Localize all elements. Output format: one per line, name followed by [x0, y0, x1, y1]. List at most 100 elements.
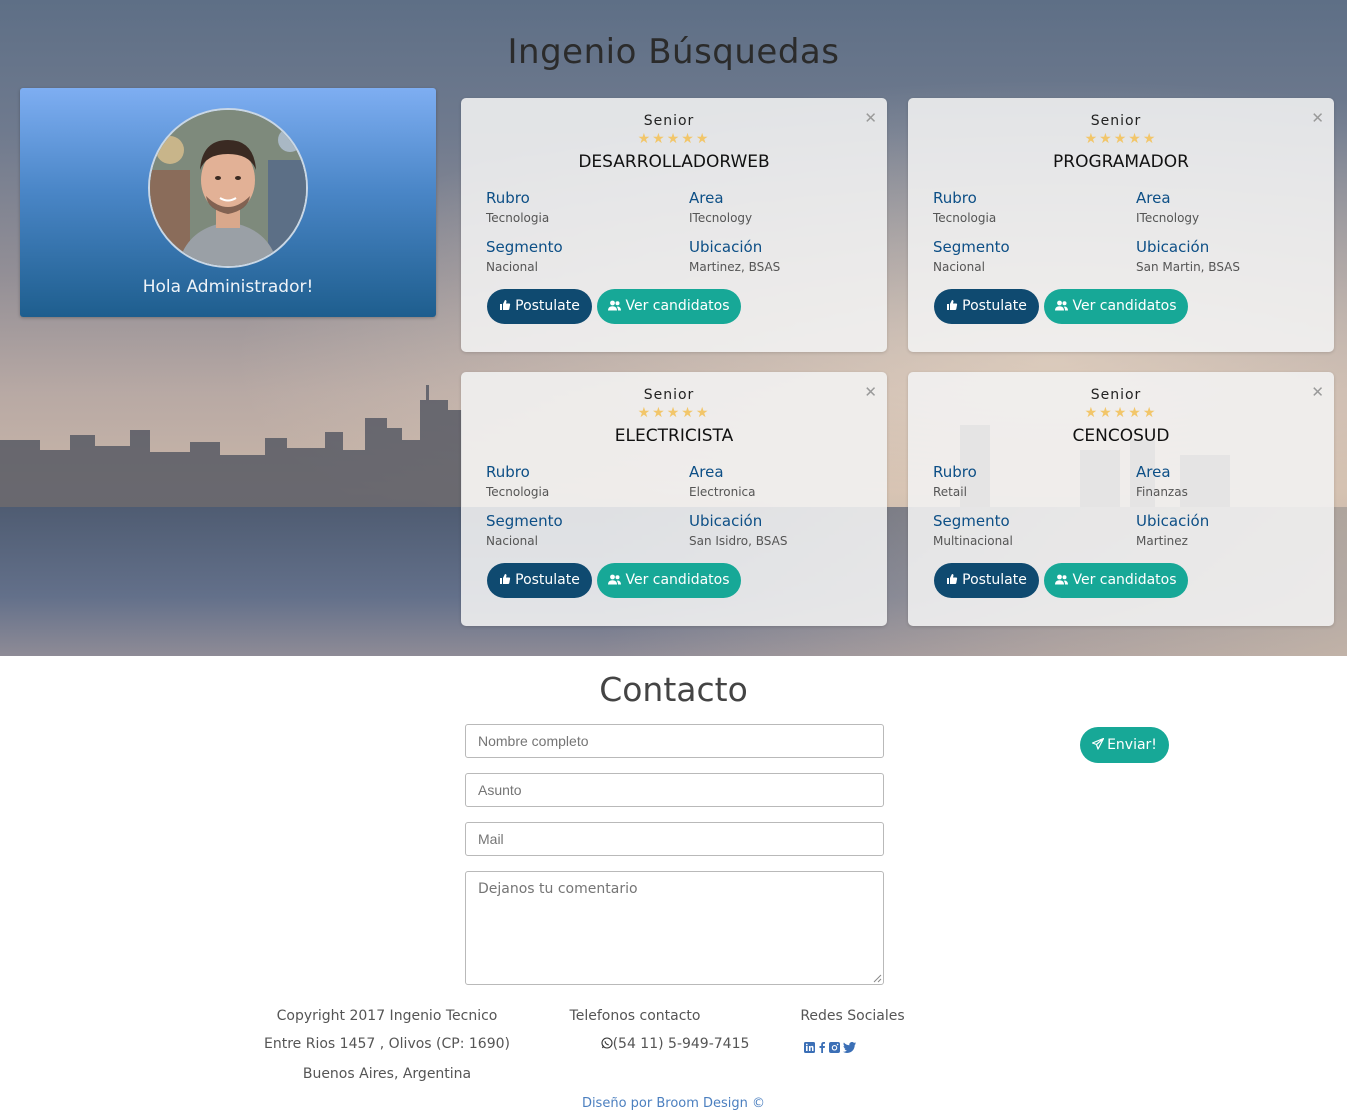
whatsapp-icon: [601, 1037, 613, 1049]
postulate-label: Postulate: [515, 298, 580, 314]
rating-stars: ★★★★★: [1084, 405, 1158, 421]
thumbs-up-icon: [500, 574, 511, 584]
hero-section: Ingenio Búsquedas Hola Administrador! ✕ …: [0, 0, 1347, 656]
instagram-icon[interactable]: [829, 1038, 840, 1057]
subject-input[interactable]: [465, 773, 884, 807]
field-value: Tecnologia: [933, 211, 997, 225]
ver-candidatos-button[interactable]: Ver candidatos: [1044, 563, 1188, 598]
job-level: Senior: [643, 387, 695, 403]
rating-stars: ★★★★★: [1084, 131, 1158, 147]
job-level: Senior: [1090, 113, 1142, 129]
ver-candidatos-button[interactable]: Ver candidatos: [597, 563, 741, 598]
facebook-icon[interactable]: [818, 1038, 826, 1057]
field-ubicacion: Ubicación Martinez, BSAS: [689, 238, 780, 274]
users-icon: [608, 574, 622, 585]
postulate-label: Postulate: [962, 298, 1027, 314]
job-title: CENCOSUD: [1072, 426, 1170, 446]
field-rubro: Rubro Tecnologia: [486, 189, 549, 225]
postulate-button[interactable]: Postulate: [934, 289, 1039, 324]
field-label: Ubicación: [689, 238, 763, 256]
field-value: Martinez, BSAS: [689, 260, 781, 274]
field-label: Segmento: [933, 238, 1010, 256]
paper-plane-icon: [1091, 737, 1105, 750]
field-value: San Martin, BSAS: [1136, 260, 1240, 274]
resize-handle-icon[interactable]: [873, 974, 882, 983]
field-segmento: Segmento Multinacional: [933, 512, 1013, 548]
postulate-label: Postulate: [962, 572, 1027, 588]
contact-title: Contacto: [599, 670, 748, 709]
ver-candidatos-button[interactable]: Ver candidatos: [597, 289, 741, 324]
job-title: DESARROLLADORWEB: [578, 152, 770, 172]
rating-stars: ★★★★★: [637, 405, 711, 421]
field-area: Area Finanzas: [1136, 463, 1188, 499]
postulate-button[interactable]: Postulate: [934, 563, 1039, 598]
avatar: [148, 108, 308, 268]
postulate-button[interactable]: Postulate: [487, 563, 592, 598]
field-label: Ubicación: [689, 512, 763, 530]
field-label: Segmento: [933, 512, 1010, 530]
field-value: Tecnologia: [486, 485, 550, 499]
field-ubicacion: Ubicación San Martin, BSAS: [1136, 238, 1240, 274]
field-label: Area: [1136, 189, 1171, 207]
field-rubro: Rubro Retail: [933, 463, 977, 499]
twitter-icon[interactable]: [843, 1038, 856, 1057]
linkedin-icon[interactable]: [804, 1038, 815, 1057]
field-area: Area Electronica: [689, 463, 756, 499]
field-value: Finanzas: [1136, 485, 1188, 499]
comment-textarea[interactable]: [465, 871, 884, 985]
send-button[interactable]: Enviar!: [1080, 727, 1169, 763]
footer-phones-title: Telefonos contacto: [569, 1008, 701, 1024]
send-label: Enviar!: [1107, 737, 1157, 753]
field-label: Area: [689, 463, 724, 481]
thumbs-up-icon: [500, 300, 511, 310]
page-title: Ingenio Búsquedas: [507, 32, 840, 72]
design-credit-link[interactable]: Diseño por Broom Design ©: [0, 1096, 1347, 1111]
field-value: Nacional: [486, 534, 538, 548]
users-icon: [608, 300, 622, 311]
field-value: Nacional: [933, 260, 985, 274]
name-input[interactable]: [465, 724, 884, 758]
thumbs-up-icon: [947, 574, 958, 584]
field-value: Electronica: [689, 485, 756, 499]
field-label: Area: [689, 189, 724, 207]
footer-social-title: Redes Sociales: [800, 1008, 905, 1024]
field-value: Multinacional: [933, 534, 1013, 548]
field-value: San Isidro, BSAS: [689, 534, 788, 548]
job-card: ✕ Senior ★★★★★ ELECTRICISTA Rubro Tecnol…: [461, 372, 887, 626]
field-segmento: Segmento Nacional: [933, 238, 1010, 274]
field-ubicacion: Ubicación Martinez: [1136, 512, 1209, 548]
field-label: Segmento: [486, 238, 563, 256]
mail-input[interactable]: [465, 822, 884, 856]
field-value: Retail: [933, 485, 967, 499]
ver-candidatos-label: Ver candidatos: [625, 298, 730, 314]
profile-greeting: Hola Administrador!: [142, 277, 314, 297]
field-value: ITecnology: [1136, 211, 1200, 225]
postulate-label: Postulate: [515, 572, 580, 588]
users-icon: [1055, 300, 1069, 311]
social-links: [804, 1038, 856, 1057]
postulate-button[interactable]: Postulate: [487, 289, 592, 324]
field-label: Rubro: [933, 189, 977, 207]
field-ubicacion: Ubicación San Isidro, BSAS: [689, 512, 787, 548]
field-label: Rubro: [933, 463, 977, 481]
ver-candidatos-label: Ver candidatos: [1072, 572, 1177, 588]
job-title: PROGRAMADOR: [1053, 152, 1189, 172]
footer-address: Entre Rios 1457 , Olivos (CP: 1690): [264, 1036, 510, 1052]
thumbs-up-icon: [947, 300, 958, 310]
rating-stars: ★★★★★: [637, 131, 711, 147]
field-value: Martinez: [1136, 534, 1188, 548]
field-label: Ubicación: [1136, 238, 1210, 256]
field-value: Nacional: [486, 260, 538, 274]
field-label: Rubro: [486, 463, 530, 481]
field-segmento: Segmento Nacional: [486, 238, 563, 274]
field-rubro: Rubro Tecnologia: [486, 463, 549, 499]
job-level: Senior: [1090, 387, 1142, 403]
field-area: Area ITecnology: [1136, 189, 1199, 225]
field-value: ITecnology: [689, 211, 753, 225]
job-level: Senior: [643, 113, 695, 129]
job-card: ✕ Senior ★★★★★ DESARROLLADORWEB Rubro Te…: [461, 98, 887, 352]
ver-candidatos-label: Ver candidatos: [1072, 298, 1177, 314]
ver-candidatos-button[interactable]: Ver candidatos: [1044, 289, 1188, 324]
job-title: ELECTRICISTA: [614, 426, 734, 446]
field-value: Tecnologia: [486, 211, 550, 225]
